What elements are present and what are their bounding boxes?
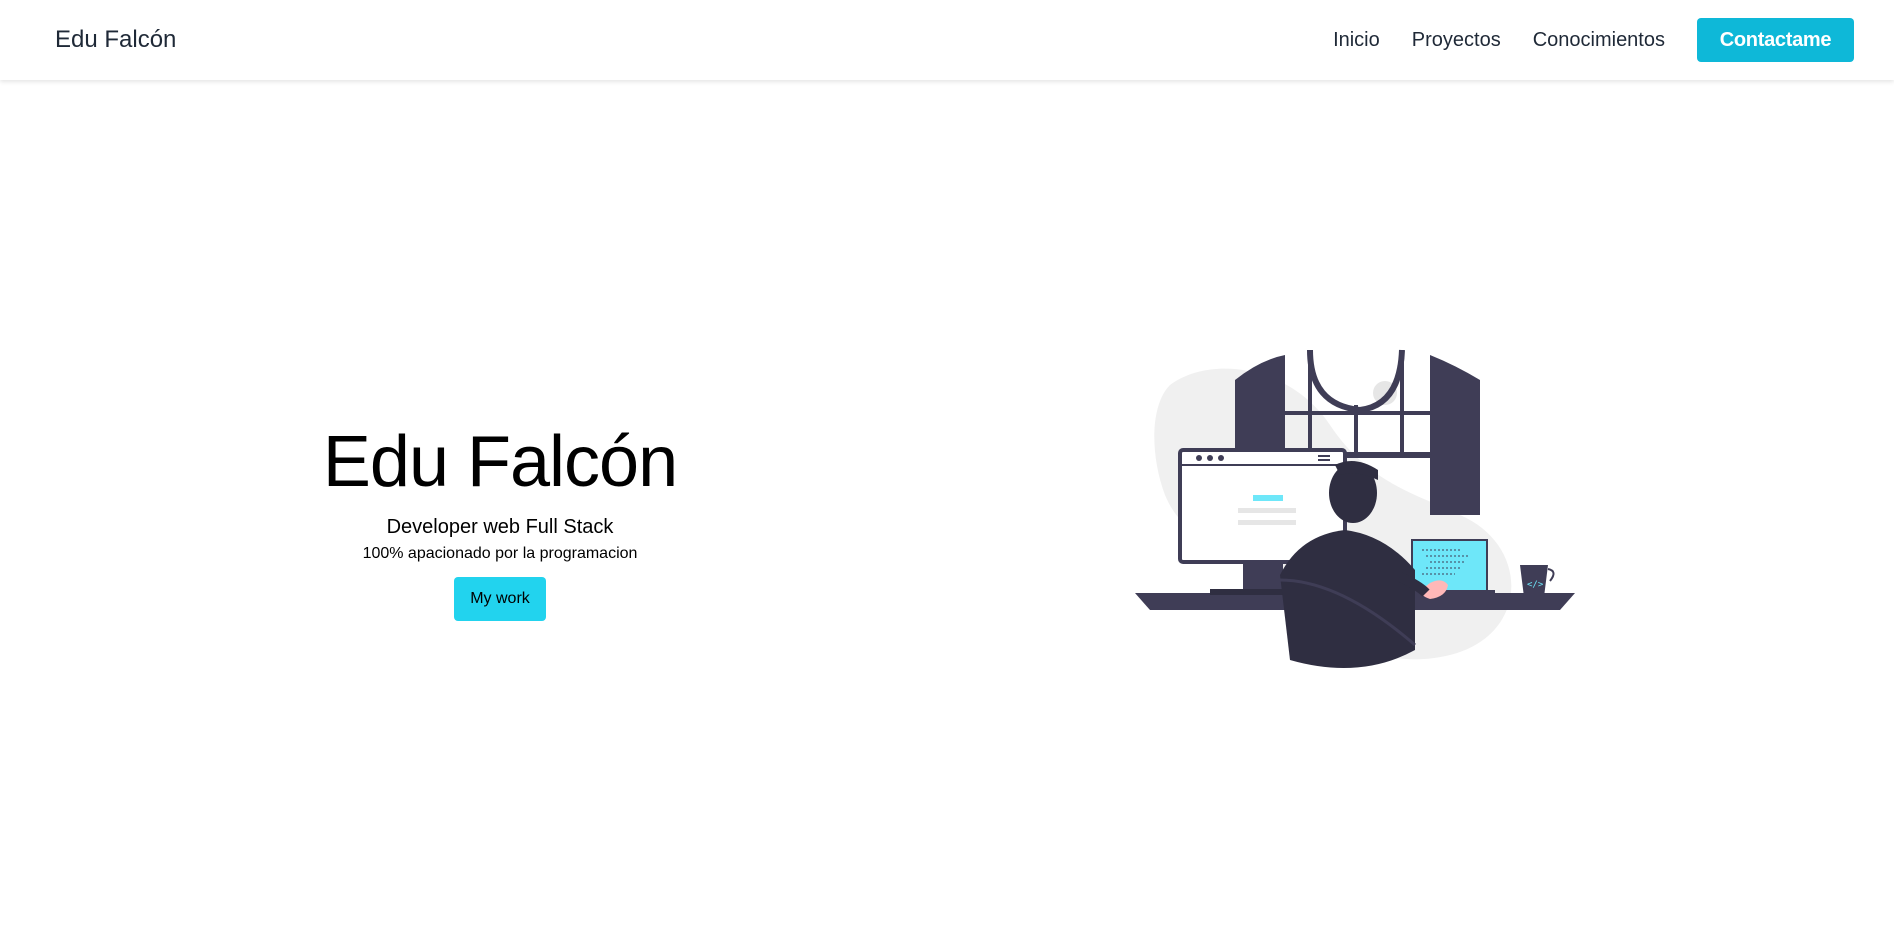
contact-button[interactable]: Contactame <box>1697 18 1854 62</box>
right-curtain <box>1430 355 1480 515</box>
brand-logo[interactable]: Edu Falcón <box>55 26 176 54</box>
hero-title: Edu Falcón <box>322 422 678 502</box>
navbar: Edu Falcón Inicio Proyectos Conocimiento… <box>0 0 1894 80</box>
nav-link-proyectos[interactable]: Proyectos <box>1412 29 1501 52</box>
svg-text:</>: </> <box>1527 580 1544 590</box>
nav-links: Inicio Proyectos Conocimientos Contactam… <box>1333 18 1854 62</box>
developer-at-desk-illustration: </> <box>1130 345 1580 675</box>
hero-subtitle: Developer web Full Stack <box>386 516 614 538</box>
nav-link-inicio[interactable]: Inicio <box>1333 29 1380 52</box>
hero-tagline: 100% apacionado por la programacion <box>362 545 638 562</box>
my-work-button[interactable]: My work <box>454 577 546 621</box>
hero-section: Edu Falcón Developer web Full Stack 100%… <box>300 420 700 621</box>
nav-link-conocimientos[interactable]: Conocimientos <box>1533 29 1665 52</box>
